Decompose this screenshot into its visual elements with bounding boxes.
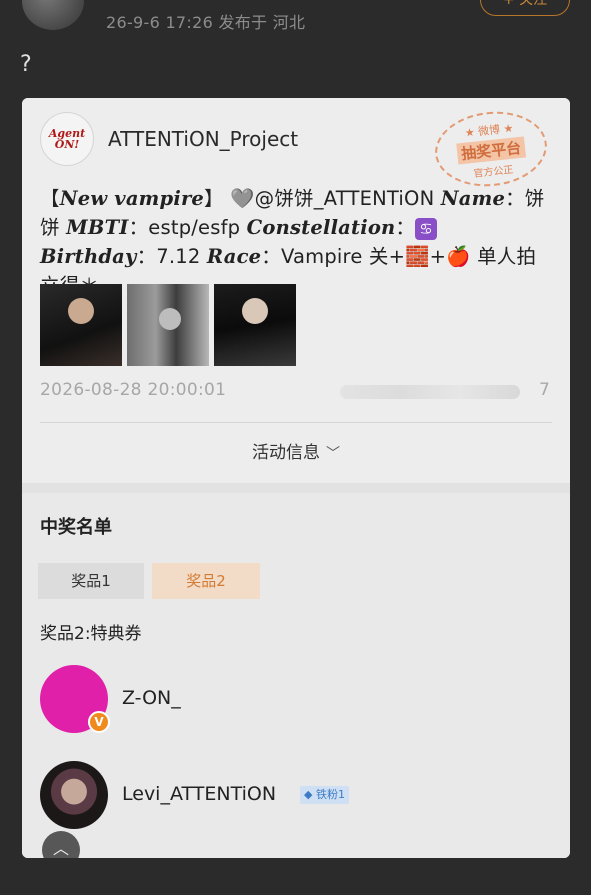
- bracket-close: 】: [204, 187, 231, 210]
- fan-level-badge: ◆ 铁粉1: [300, 786, 349, 804]
- winner-name[interactable]: Z-ON_: [122, 687, 181, 709]
- lottery-platform-stamp: ★ 微博 ★ 抽奖平台 官方公正: [431, 106, 551, 192]
- name-label: Name: [440, 187, 506, 210]
- image-figure: [68, 298, 94, 324]
- chevron-down-icon: ﹀: [326, 446, 340, 462]
- image-figure: [159, 308, 181, 330]
- scroll-to-top-button[interactable]: ︿: [42, 831, 80, 858]
- stamp-bottom-text: 官方公正: [472, 164, 514, 180]
- cancer-sign-icon: ♋: [415, 218, 438, 240]
- section-separator: [22, 483, 570, 493]
- new-vampire-text: New vampire: [59, 187, 205, 210]
- post-image-2[interactable]: [127, 284, 209, 366]
- race-label: Race: [206, 245, 262, 268]
- lottery-card[interactable]: Agent ON! ATTENTiON_Project ★ 微博 ★ 抽奖平台 …: [22, 98, 570, 858]
- org-name[interactable]: ATTENTiON_Project: [108, 127, 298, 151]
- birthday-value: ：7.12: [136, 245, 207, 268]
- lottery-post-text[interactable]: 【New vampire】 🩶@饼饼_ATTENTiON Name：饼饼 MBT…: [40, 184, 554, 300]
- tab-prize-2[interactable]: 奖品2: [152, 563, 260, 599]
- org-logo[interactable]: Agent ON!: [40, 112, 94, 166]
- verified-badge-icon: V: [88, 711, 110, 733]
- winners-title: 中奖名单: [40, 517, 112, 538]
- mbti-label: MBTI: [66, 216, 129, 239]
- birthday-label: Birthday: [40, 245, 137, 268]
- blurred-info: [340, 385, 520, 399]
- winner-name[interactable]: Levi_ATTENTiON: [122, 783, 276, 805]
- post-image-1[interactable]: [40, 284, 122, 366]
- mbti-value: ：estp/esfp: [128, 216, 247, 239]
- card-header-section: Agent ON! ATTENTiON_Project ★ 微博 ★ 抽奖平台 …: [22, 98, 570, 483]
- image-figure: [242, 298, 268, 324]
- activity-info-label: 活动信息: [252, 443, 320, 463]
- prize-label: 奖品2:特典券: [40, 624, 142, 644]
- chevron-up-icon: ︿: [52, 839, 69, 858]
- constellation-label: Constellation: [246, 216, 396, 239]
- tab-prize-1[interactable]: 奖品1: [38, 563, 144, 599]
- winners-section: 中奖名单 奖品1 奖品2 奖品2:特典券 V Z-ON_ Levi_ATTENT…: [22, 493, 570, 858]
- blurred-count: 7: [539, 380, 550, 400]
- post-meta: 26-9-6 17:26 发布于 河北: [106, 13, 306, 32]
- bracket-open: 【: [40, 187, 60, 210]
- follow-button[interactable]: + 关注: [480, 0, 570, 16]
- grey-heart-icon: 🩶: [230, 187, 255, 210]
- avatar[interactable]: [40, 761, 108, 829]
- mention-link[interactable]: @饼饼_ATTENTiON: [255, 187, 441, 210]
- divider: [40, 422, 552, 423]
- constellation-sep: ：: [395, 216, 416, 239]
- draw-time: 2026-08-28 20:00:01: [40, 380, 227, 400]
- author-avatar[interactable]: [22, 0, 84, 30]
- post-image-3[interactable]: [214, 284, 296, 366]
- apple-icon: 🍎: [446, 245, 471, 268]
- brick-icon: 🧱: [405, 245, 430, 268]
- activity-info-toggle[interactable]: 活动信息 ﹀: [22, 438, 570, 463]
- plus-text: +: [429, 245, 447, 268]
- race-value: ：Vampire 关+: [261, 245, 406, 268]
- post-body-text: ?: [20, 52, 32, 77]
